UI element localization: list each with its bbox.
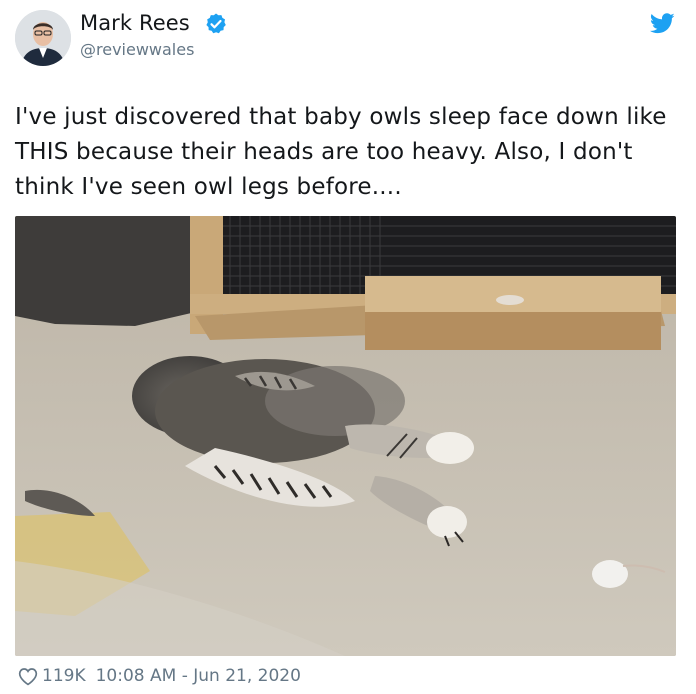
- twitter-bird-icon[interactable]: [650, 13, 675, 34]
- author-handle[interactable]: @reviewwales: [80, 40, 194, 59]
- like-count[interactable]: 119K: [42, 666, 86, 686]
- author-avatar[interactable]: [15, 10, 71, 66]
- tweet-timestamp[interactable]: 10:08 AM - Jun 21, 2020: [96, 666, 301, 686]
- tweet-footer: 119K 10:08 AM - Jun 21, 2020: [18, 664, 301, 688]
- tweet-photo[interactable]: [15, 216, 676, 656]
- author-name[interactable]: Mark Rees: [80, 11, 190, 35]
- verified-badge-icon: [206, 13, 226, 34]
- heart-icon[interactable]: [18, 667, 38, 686]
- tweet-text: I've just discovered that baby owls slee…: [15, 104, 667, 200]
